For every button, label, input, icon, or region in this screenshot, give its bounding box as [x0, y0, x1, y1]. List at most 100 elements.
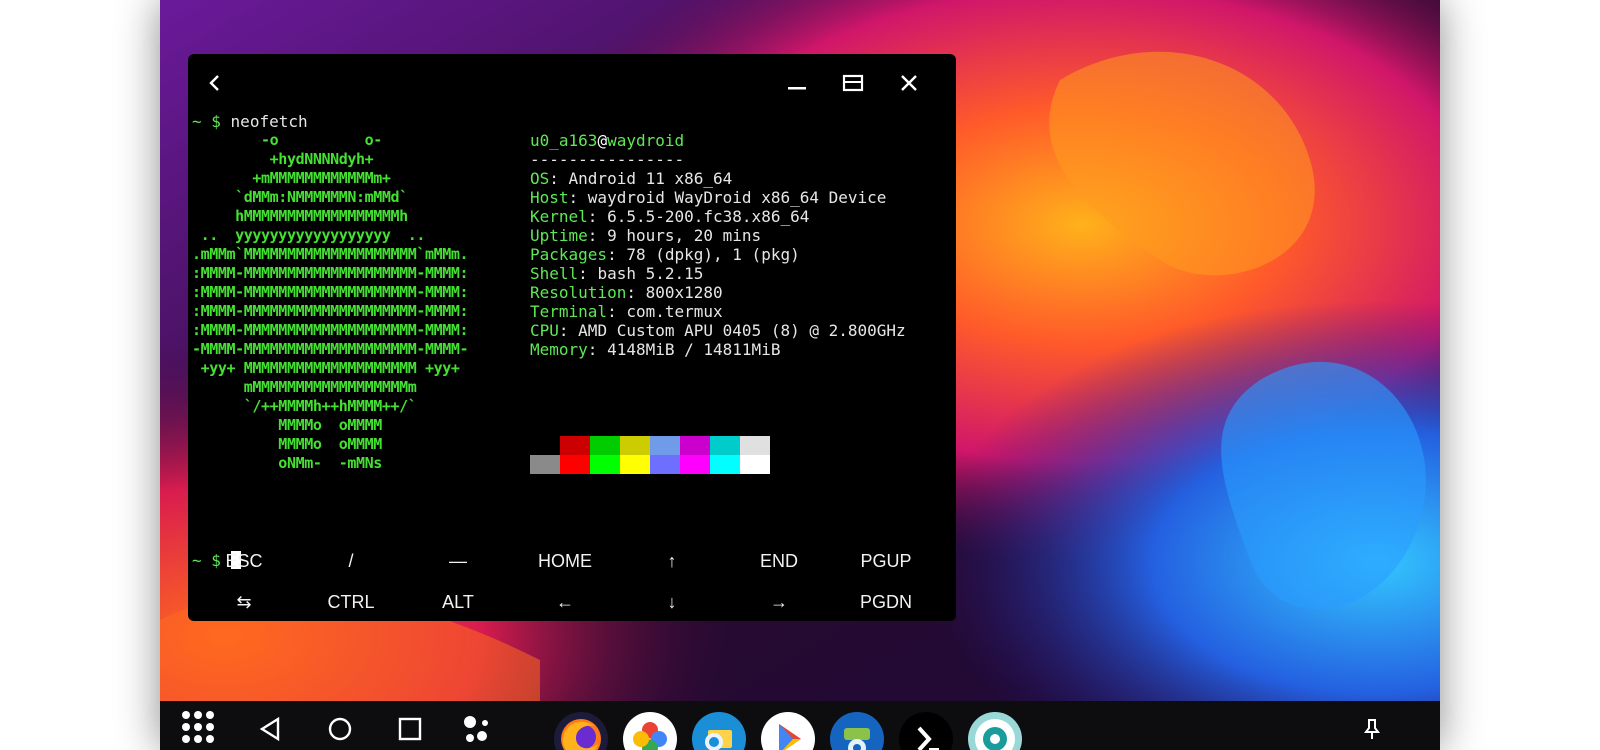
minimize-icon[interactable] [780, 66, 814, 100]
palette-swatch [680, 455, 710, 474]
ascii-art-line: +mMMMMMMMMMMMMm+ [192, 169, 391, 187]
info-row: CPU: AMD Custom APU 0405 (8) @ 2.800GHz [530, 321, 906, 340]
info-row: Terminal: com.termux [530, 302, 906, 321]
ascii-art-line: -o o- [192, 131, 382, 149]
color-palette [530, 436, 770, 474]
extra-key-button[interactable]: ⇆ [190, 583, 298, 621]
palette-swatch [590, 436, 620, 455]
info-value: : 800x1280 [626, 283, 723, 302]
window-titlebar[interactable] [188, 54, 956, 110]
info-key: Memory [530, 340, 588, 359]
palette-swatch [650, 455, 680, 474]
extra-key-button[interactable]: HOME [511, 542, 619, 580]
info-value: : bash 5.2.15 [578, 264, 704, 283]
info-key: Packages [530, 245, 608, 264]
ascii-art-line: +hydNNNNdyh+ [192, 150, 374, 168]
info-key: Shell [530, 264, 579, 283]
ascii-art-line: `dMMm:NMMMMMMN:mMMd` [192, 188, 408, 206]
ascii-art-line: hMMMMMMMMMMMMMMMMMMh [192, 207, 408, 225]
palette-swatch [710, 455, 740, 474]
ascii-art-line: +yy+ MMMMMMMMMMMMMMMMMMMM +yy+ [192, 359, 460, 377]
ascii-art-line: oNMm- -mMNs [192, 454, 382, 472]
termux-window: ~ $ neofetch -o o- +hydNNNNdyh+ +mMMMMMM… [188, 54, 956, 621]
prompt: ~ $ [192, 112, 221, 131]
extra-key-button[interactable]: → [725, 583, 833, 621]
username: u0_a163 [530, 131, 598, 150]
info-value: : AMD Custom APU 0405 (8) @ 2.800GHz [558, 321, 906, 340]
palette-swatch [560, 436, 590, 455]
info-row: Shell: bash 5.2.15 [530, 264, 906, 283]
palette-swatch [740, 455, 770, 474]
home-icon[interactable] [318, 707, 362, 750]
ascii-art-line: :MMMM-MMMMMMMMMMMMMMMMMMMM-MMMM: [192, 264, 469, 282]
system-info: u0_a163@waydroid ---------------- OS: An… [530, 131, 906, 359]
palette-swatch [590, 455, 620, 474]
ascii-art-line: MMMMo oMMMM [192, 416, 382, 434]
info-value: : 78 (dpkg), 1 (pkg) [607, 245, 800, 264]
palette-swatch [710, 436, 740, 455]
extra-key-button[interactable]: — [404, 542, 512, 580]
palette-swatch [650, 436, 680, 455]
extra-key-button[interactable]: ↑ [618, 542, 726, 580]
info-value: : Android 11 x86_64 [549, 169, 733, 188]
ascii-art-line: .. yyyyyyyyyyyyyyyyyy .. [192, 226, 426, 244]
command-line: ~ $ neofetch [192, 112, 308, 131]
info-key: CPU [530, 321, 559, 340]
info-row: Kernel: 6.5.5-200.fc38.x86_64 [530, 207, 906, 226]
separator: ---------------- [530, 150, 685, 169]
info-row: Uptime: 9 hours, 20 mins [530, 226, 906, 245]
info-value: : com.termux [607, 302, 723, 321]
maximize-icon[interactable] [836, 66, 870, 100]
terminal-output[interactable]: ~ $ neofetch -o o- +hydNNNNdyh+ +mMMMMMM… [192, 112, 952, 570]
ascii-art-line: :MMMM-MMMMMMMMMMMMMMMMMMMM-MMMM: [192, 283, 469, 301]
extra-key-button[interactable]: / [297, 542, 405, 580]
ascii-art-line: mMMMMMMMMMMMMMMMMMMm [192, 378, 417, 396]
pin-icon[interactable] [1350, 707, 1394, 750]
ascii-art-line: MMMMo oMMMM [192, 435, 382, 453]
extra-key-button[interactable]: CTRL [297, 583, 405, 621]
extra-keys-bar: ESC / — HOME ↑ END PGUP ⇆ CTRL ALT ← ↓ → PGDN [188, 542, 956, 621]
info-key: Resolution [530, 283, 627, 302]
info-row: Packages: 78 (dpkg), 1 (pkg) [530, 245, 906, 264]
palette-swatch [620, 436, 650, 455]
extra-key-button[interactable]: PGUP [832, 542, 940, 580]
info-row: Memory: 4148MiB / 14811MiB [530, 340, 906, 359]
ascii-art-line: `/++MMMMh++hMMMM++/` [192, 397, 417, 415]
palette-swatch [530, 436, 560, 455]
recents-icon[interactable] [388, 707, 432, 750]
extra-key-button[interactable]: ALT [404, 583, 512, 621]
app-drawer-icon[interactable] [178, 707, 222, 750]
back-chevron-icon[interactable] [198, 66, 232, 100]
close-icon[interactable] [892, 66, 926, 100]
extra-key-button[interactable]: ← [511, 583, 619, 621]
ascii-art-line: :MMMM-MMMMMMMMMMMMMMMMMMMM-MMMM: [192, 302, 469, 320]
back-icon[interactable] [248, 707, 292, 750]
info-key: OS [530, 169, 550, 188]
at-sign: @ [597, 131, 608, 150]
ascii-art-line: .mMMm`MMMMMMMMMMMMMMMMMMMM`mMMm. [192, 245, 469, 263]
android-desktop: ~ $ neofetch -o o- +hydNNNNdyh+ +mMMMMMM… [160, 0, 1440, 750]
hostname: waydroid [607, 131, 685, 150]
info-key: Host [530, 188, 569, 207]
palette-swatch [620, 455, 650, 474]
user-host: u0_a163@waydroid [530, 131, 906, 150]
info-value: : 9 hours, 20 mins [587, 226, 762, 245]
info-row: Host: waydroid WayDroid x86_64 Device [530, 188, 906, 207]
palette-swatch [680, 436, 710, 455]
extra-key-button[interactable]: ESC [190, 542, 298, 580]
info-key: Uptime [530, 226, 588, 245]
palette-swatch [740, 436, 770, 455]
info-key: Kernel [530, 207, 588, 226]
android-ascii-logo: -o o- +hydNNNNdyh+ +mMMMMMMMMMMMMm+ `dMM… [192, 131, 469, 473]
assistant-icon[interactable] [456, 707, 500, 750]
info-value: : 4148MiB / 14811MiB [587, 340, 781, 359]
extra-key-button[interactable]: ↓ [618, 583, 726, 621]
palette-swatch [530, 455, 560, 474]
extra-key-button[interactable]: PGDN [832, 583, 940, 621]
extra-key-button[interactable]: END [725, 542, 833, 580]
info-row: Resolution: 800x1280 [530, 283, 906, 302]
info-key: Terminal [530, 302, 608, 321]
palette-swatch [560, 455, 590, 474]
ascii-art-line: :MMMM-MMMMMMMMMMMMMMMMMMMM-MMMM: [192, 321, 469, 339]
info-row: OS: Android 11 x86_64 [530, 169, 906, 188]
